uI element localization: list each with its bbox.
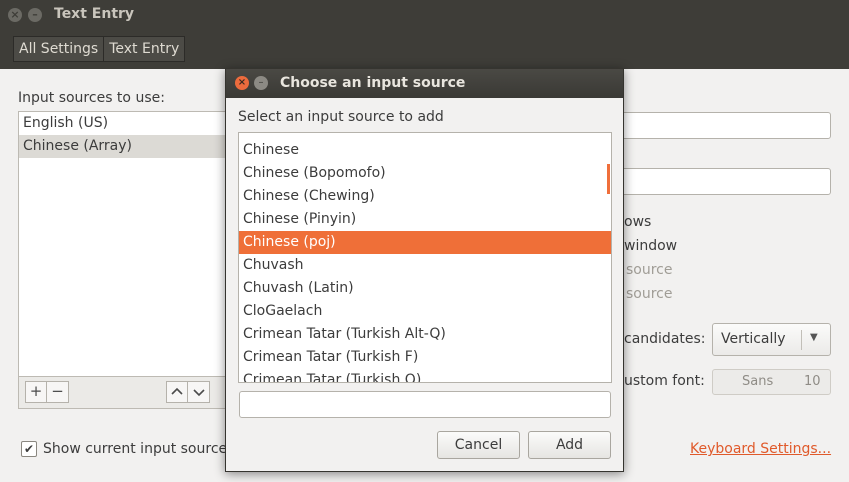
candidates-orientation-select[interactable]: Vertically ▼ [712, 323, 831, 356]
minimize-dialog-icon[interactable]: – [254, 76, 268, 90]
close-dialog-icon[interactable]: × [235, 76, 249, 90]
window-titlebar: × – Text Entry [0, 0, 849, 31]
window-title: Text Entry [54, 6, 135, 22]
breadcrumb-all-settings[interactable]: All Settings [13, 36, 105, 62]
right-label-1: ows [624, 214, 652, 230]
show-input-source-row[interactable]: ✔ Show current input source i [21, 441, 235, 457]
show-input-source-checkbox[interactable]: ✔ [21, 441, 37, 457]
chevron-down-icon [192, 389, 205, 397]
list-toolbar: + − [18, 377, 228, 409]
list-item[interactable]: Chinese (Bopomofo) [239, 162, 611, 185]
breadcrumb: All Settings Text Entry [13, 36, 186, 62]
move-down-button[interactable] [188, 381, 210, 403]
dropdown-arrow-icon: ▼ [810, 332, 818, 343]
add-button[interactable]: Add [528, 431, 611, 459]
list-item[interactable]: Crimean Tatar (Turkish Q) [239, 369, 611, 382]
list-item[interactable]: Crimean Tatar (Turkish F) [239, 346, 611, 369]
list-item[interactable]: Chinese (Pinyin) [239, 208, 611, 231]
input-sources-heading: Input sources to use: [18, 90, 165, 106]
search-input[interactable] [239, 391, 611, 418]
list-item[interactable]: Chinese (Chewing) [239, 185, 611, 208]
right-label-4: source [626, 286, 673, 302]
scrollbar[interactable] [607, 164, 610, 194]
input-source-list[interactable]: Chinese Chinese (Bopomofo) Chinese (Chew… [238, 132, 612, 383]
dialog-titlebar: × – Choose an input source [226, 69, 623, 98]
list-item[interactable]: Crimean Tatar (Turkish Alt-Q) [239, 323, 611, 346]
font-chooser-button[interactable]: Sans 10 [712, 369, 831, 395]
list-item-selected[interactable]: Chinese (poj) [239, 231, 611, 254]
cancel-button[interactable]: Cancel [437, 431, 520, 459]
font-name: Sans [742, 374, 774, 389]
shortcut-field-1[interactable] [612, 112, 831, 139]
right-label-3: source [626, 262, 673, 278]
toolbar: All Settings Text Entry [0, 31, 849, 69]
show-input-source-label: Show current input source i [43, 441, 236, 457]
remove-source-button[interactable]: − [47, 381, 69, 403]
list-item[interactable]: CloGaelach [239, 300, 611, 323]
close-window-icon[interactable]: × [8, 8, 22, 22]
add-source-button[interactable]: + [25, 381, 47, 403]
list-item[interactable]: Chuvash [239, 254, 611, 277]
dialog-prompt: Select an input source to add [238, 109, 444, 125]
chevron-up-icon [171, 387, 183, 395]
keyboard-settings-link[interactable]: Keyboard Settings... [690, 441, 831, 457]
input-source-dialog: × – Choose an input source Select an inp… [225, 68, 624, 472]
font-size: 10 [804, 374, 821, 389]
list-item[interactable]: Chuvash (Latin) [239, 277, 611, 300]
minimize-window-icon[interactable]: – [28, 8, 42, 22]
input-sources-list[interactable]: English (US) Chinese (Array) [18, 111, 228, 377]
list-item[interactable]: English (US) [19, 112, 227, 135]
list-item[interactable]: Chinese [239, 139, 611, 162]
right-label-2: window [624, 238, 678, 254]
move-up-button[interactable] [166, 381, 188, 403]
dialog-title: Choose an input source [280, 75, 466, 91]
list-item[interactable]: Chinese (Array) [19, 135, 227, 158]
candidates-label: candidates: [624, 331, 706, 347]
custom-font-label: ustom font: [624, 373, 705, 389]
breadcrumb-text-entry[interactable]: Text Entry [104, 36, 186, 62]
shortcut-field-2[interactable] [612, 168, 831, 195]
candidates-value: Vertically [721, 331, 786, 347]
